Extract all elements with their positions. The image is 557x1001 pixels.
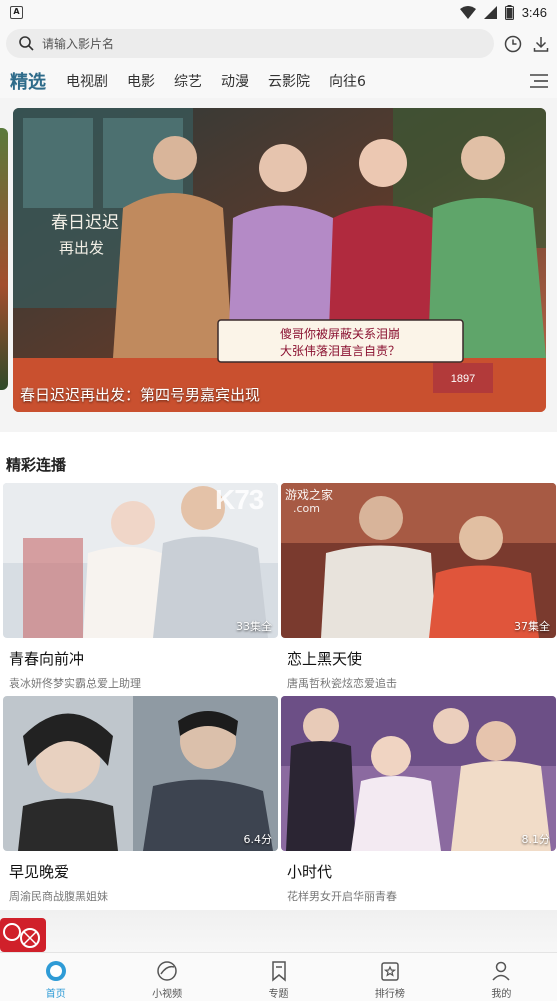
video-title: 恋上黑天使 (287, 650, 363, 668)
battery-icon (504, 4, 514, 20)
svg-text:大张伟落泪直言自责？: 大张伟落泪直言自责？ (280, 344, 400, 358)
tab-featured[interactable]: 精选 (10, 68, 46, 94)
banner-carousel: 傻哥你被屏蔽关系泪崩 大张伟落泪直言自责？ 春日迟迟 再出发 1897 春日迟迟… (0, 98, 557, 430)
video-thumbnail: 6.4分 (3, 696, 278, 851)
nav-topics[interactable]: 专题 (223, 953, 334, 1001)
bottom-navigation: 首页 小视频 专题 排行榜 我的 (0, 952, 557, 1001)
episode-badge: 33集全 (236, 620, 272, 633)
site-watermark: K73 游戏之家 .com (215, 484, 355, 520)
video-description: 周渝民商战腹黑姐妹 (9, 890, 108, 903)
video-title: 青春向前冲 (9, 650, 85, 668)
wifi-icon (459, 5, 476, 19)
nav-ranking[interactable]: 排行榜 (334, 953, 445, 1001)
status-icons: 3:46 (459, 4, 547, 20)
tab-anime[interactable]: 动漫 (221, 71, 249, 91)
clock-time: 3:46 (521, 4, 547, 20)
content-gap (0, 910, 557, 952)
video-card-xiaoshidai[interactable]: 8.1分 小时代 花样男女开启华丽青春 (281, 696, 556, 904)
nav-profile-label: 我的 (491, 989, 512, 1000)
watermark-name: 游戏之家 (285, 488, 334, 502)
profile-icon (492, 961, 510, 981)
banner-caption: 春日迟迟再出发：第四号男嘉宾出现 (20, 386, 261, 404)
watermark-domain: .com (293, 502, 320, 515)
menu-icon[interactable] (529, 72, 549, 90)
notification-app-icon: A (10, 5, 23, 19)
video-description: 唐禹哲秋瓷炫恋爱追击 (287, 677, 397, 690)
nav-home[interactable]: 首页 (0, 953, 111, 1001)
banner-image: 傻哥你被屏蔽关系泪崩 大张伟落泪直言自责？ 春日迟迟 再出发 1897 (13, 108, 546, 412)
banner-previous-slide[interactable] (0, 128, 8, 390)
nav-short-video[interactable]: 小视频 (111, 953, 222, 1001)
download-icon[interactable] (531, 34, 551, 54)
status-bar: A 3:46 (0, 0, 557, 24)
tab-tv-series[interactable]: 电视剧 (66, 71, 108, 91)
clock-icon[interactable] (503, 34, 523, 54)
video-thumbnail: 8.1分 (281, 696, 556, 851)
banner-overlay-title: 春日迟迟 (51, 213, 119, 233)
nav-topics-label: 专题 (268, 989, 289, 1000)
banner-sign-text: 傻哥你被屏蔽关系泪崩 (280, 327, 400, 341)
nav-short-video-label: 小视频 (152, 989, 183, 1000)
section-title: 精彩连播 (6, 456, 67, 474)
rating-badge: 8.1分 (521, 833, 551, 846)
category-tabs: 精选 电视剧 电影 综艺 动漫 云影院 向往6 (0, 64, 557, 98)
video-description: 袁冰妍佟梦实霸总爱上助理 (9, 677, 141, 690)
floating-gift-icon[interactable] (0, 918, 46, 952)
tab-xiangwang6[interactable]: 向往6 (329, 71, 366, 91)
watermark-logo: K73 (215, 484, 264, 515)
banner-slide[interactable]: 傻哥你被屏蔽关系泪崩 大张伟落泪直言自责？ 春日迟迟 再出发 1897 春日迟迟… (13, 108, 546, 412)
nav-ranking-label: 排行榜 (374, 989, 405, 1000)
tab-variety[interactable]: 综艺 (174, 71, 202, 91)
ranking-icon (381, 962, 399, 981)
nav-home-label: 首页 (45, 989, 66, 1000)
video-description: 花样男女开启华丽青春 (287, 890, 397, 903)
episode-badge: 37集全 (514, 620, 550, 633)
search-icon (19, 36, 34, 51)
video-card-zaojian[interactable]: 6.4分 早见晚爱 周渝民商战腹黑姐妹 (3, 696, 278, 904)
search-bar[interactable] (6, 29, 494, 58)
search-row (0, 24, 557, 64)
banner-prop-text: 1897 (451, 373, 475, 385)
rating-badge: 6.4分 (243, 833, 273, 846)
signal-icon (483, 5, 497, 19)
video-title: 小时代 (287, 863, 333, 881)
tab-cloud-cinema[interactable]: 云影院 (268, 71, 310, 91)
bookmark-icon (271, 961, 286, 982)
svg-text:再出发: 再出发 (59, 239, 104, 257)
home-icon (45, 961, 66, 981)
search-input[interactable] (42, 36, 442, 51)
video-title: 早见晚爱 (9, 863, 70, 881)
tab-movies[interactable]: 电影 (127, 71, 155, 91)
nav-profile[interactable]: 我的 (446, 953, 557, 1001)
short-video-icon (157, 961, 177, 981)
